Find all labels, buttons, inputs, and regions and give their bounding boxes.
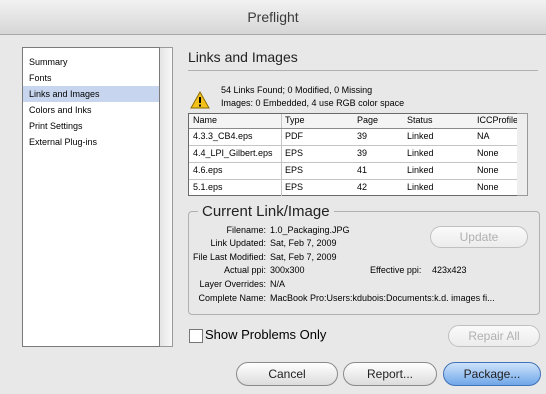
update-button[interactable]: Update xyxy=(430,226,528,248)
show-problems-checkbox[interactable] xyxy=(189,329,203,343)
show-problems-label[interactable]: Show Problems Only xyxy=(205,327,326,342)
cell-page: 41 xyxy=(357,165,368,175)
column-header-status[interactable]: Status xyxy=(407,114,477,128)
sidebar-item-colors-and-inks[interactable]: Colors and Inks xyxy=(23,102,159,118)
link-updated-label: Link Updated: xyxy=(210,238,266,248)
cell-iccprofile: None xyxy=(477,165,499,175)
link-updated-value: Sat, Feb 7, 2009 xyxy=(270,238,337,248)
links-summary: 54 Links Found; 0 Modified, 0 Missing xyxy=(221,85,373,95)
sidebar-list: Summary Fonts Links and Images Colors an… xyxy=(22,47,160,347)
report-button[interactable]: Report... xyxy=(343,362,437,386)
table-header: Name Type Page Status ICCProfile xyxy=(189,114,517,129)
warning-triangle-icon xyxy=(190,91,210,109)
repair-all-button[interactable]: Repair All xyxy=(448,325,540,347)
cell-name: 4.6.eps xyxy=(193,163,282,179)
cell-status: Linked xyxy=(407,165,434,175)
table-scrollbar[interactable] xyxy=(517,113,528,196)
window-title: Preflight xyxy=(247,9,299,25)
column-header-name[interactable]: Name xyxy=(193,114,282,128)
sidebar-item-fonts[interactable]: Fonts xyxy=(23,70,159,86)
window-title-bar: Preflight xyxy=(0,0,546,35)
section-divider xyxy=(188,70,538,71)
images-summary: Images: 0 Embedded, 4 use RGB color spac… xyxy=(221,98,405,108)
cell-status: Linked xyxy=(407,148,434,158)
cell-status: Linked xyxy=(407,131,434,141)
cell-status: Linked xyxy=(407,182,434,192)
cell-type: EPS xyxy=(285,148,304,158)
layer-overrides-label: Layer Overrides: xyxy=(199,279,266,289)
filename-value: 1.0_Packaging.JPG xyxy=(270,225,350,235)
filename-label: Filename: xyxy=(226,225,266,235)
column-header-page[interactable]: Page xyxy=(357,114,407,128)
cell-page: 39 xyxy=(357,148,368,158)
links-table: Name Type Page Status ICCProfile 4.3.3_C… xyxy=(188,113,518,196)
cell-type: PDF xyxy=(285,131,303,141)
cell-iccprofile: NA xyxy=(477,131,490,141)
cell-name: 4.3.3_CB4.eps xyxy=(193,129,282,145)
cell-iccprofile: None xyxy=(477,148,499,158)
file-modified-label: File Last Modified: xyxy=(192,252,266,262)
cell-name: 5.1.eps xyxy=(193,180,282,196)
package-button[interactable]: Package... xyxy=(443,362,541,386)
cancel-button[interactable]: Cancel xyxy=(236,362,338,386)
sidebar-item-summary[interactable]: Summary xyxy=(23,54,159,70)
table-row[interactable]: 4.6.eps EPS 41 Linked None xyxy=(189,163,517,180)
cell-name: 4.4_LPI_Gilbert.eps xyxy=(193,146,282,162)
cell-page: 39 xyxy=(357,131,368,141)
sidebar-item-print-settings[interactable]: Print Settings xyxy=(23,118,159,134)
cell-type: EPS xyxy=(285,182,304,192)
section-title: Links and Images xyxy=(188,49,298,65)
column-header-type[interactable]: Type xyxy=(285,114,357,128)
cell-page: 42 xyxy=(357,182,368,192)
actual-ppi-label: Actual ppi: xyxy=(223,265,266,275)
column-header-iccprofile[interactable]: ICCProfile xyxy=(477,114,517,128)
cell-type: EPS xyxy=(285,165,304,175)
effective-ppi-value: 423x423 xyxy=(432,265,467,275)
layer-overrides-value: N/A xyxy=(270,279,286,289)
table-row[interactable]: 4.4_LPI_Gilbert.eps EPS 39 Linked None xyxy=(189,146,517,163)
actual-ppi-value: 300x300 xyxy=(270,265,305,275)
effective-ppi-label: Effective ppi: xyxy=(370,265,422,275)
current-link-title: Current Link/Image xyxy=(198,203,334,220)
table-row[interactable]: 5.1.eps EPS 42 Linked None xyxy=(189,180,517,196)
cell-iccprofile: None xyxy=(477,182,499,192)
file-modified-value: Sat, Feb 7, 2009 xyxy=(270,252,337,262)
complete-name-value: MacBook Pro:Users:kdubois:Documents:k.d.… xyxy=(270,293,495,303)
complete-name-label: Complete Name: xyxy=(198,293,266,303)
sidebar-item-external-plug-ins[interactable]: External Plug-ins xyxy=(23,134,159,150)
table-row[interactable]: 4.3.3_CB4.eps PDF 39 Linked NA xyxy=(189,129,517,146)
sidebar-item-links-and-images[interactable]: Links and Images xyxy=(23,86,159,102)
